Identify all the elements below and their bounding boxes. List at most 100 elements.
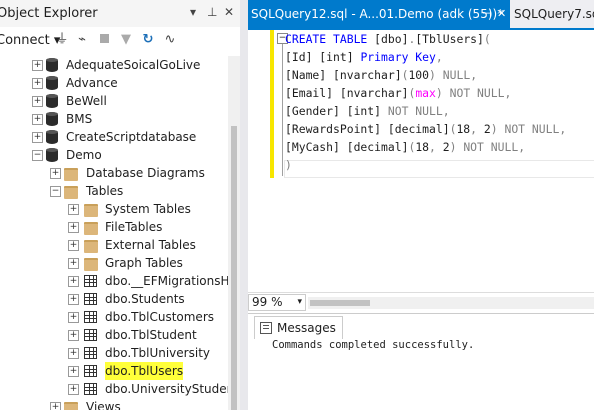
folder-icon	[84, 256, 98, 271]
expand-icon[interactable]: +	[68, 312, 79, 323]
tree-node[interactable]: − Tables	[0, 182, 228, 200]
tree-node[interactable]: + dbo.__EFMigrationsHi	[0, 272, 233, 290]
auto-hide-pin-icon[interactable]: ⊥	[207, 5, 217, 19]
code-token: (	[483, 32, 491, 46]
tree-node[interactable]: + Graph Tables	[0, 254, 228, 272]
expand-icon[interactable]: +	[68, 366, 79, 377]
tree-node-label: dbo.TblUsers	[105, 362, 184, 380]
refresh-icon[interactable]: ↻	[140, 31, 156, 49]
expand-icon[interactable]: +	[68, 222, 79, 233]
folder-icon	[64, 400, 78, 410]
expand-icon[interactable]: +	[32, 132, 43, 143]
tree-node[interactable]: + dbo.TblUniversity	[0, 344, 228, 362]
connect-dropdown[interactable]: Connect ▾	[0, 33, 60, 48]
disconnect-icon[interactable]: ⌁	[74, 31, 90, 49]
tree-node[interactable]: + System Tables	[0, 200, 228, 218]
expand-icon[interactable]: +	[68, 276, 79, 287]
table-icon	[84, 328, 98, 342]
expand-icon[interactable]: +	[68, 294, 79, 305]
messages-tab-label: Messages	[277, 321, 336, 335]
expand-icon[interactable]: +	[32, 60, 43, 71]
code-token: ,	[435, 50, 443, 64]
tree-node[interactable]: + AdequateSoicalGoLive	[0, 56, 228, 74]
tab-sqlquery7[interactable]: SQLQuery7.sql	[510, 0, 594, 28]
object-explorer-tree: + AdequateSoicalGoLive + Advance + BeWell + BMS…	[0, 56, 239, 410]
folder-icon	[84, 220, 98, 235]
database-icon	[46, 94, 58, 108]
expand-icon[interactable]: +	[68, 330, 79, 341]
tree-node[interactable]: + Database Diagrams	[0, 164, 228, 182]
tree-node[interactable]: + dbo.UniversityStudent	[0, 380, 239, 398]
close-tab-icon[interactable]: ✕	[497, 0, 506, 28]
collapse-icon[interactable]: −	[50, 186, 61, 197]
code-line: [Name] [nvarchar](100) NULL,	[285, 66, 477, 84]
tree-node[interactable]: + BMS	[0, 110, 228, 128]
tab-label: SQLQuery7.sql	[514, 7, 594, 21]
tree-node[interactable]: + Advance	[0, 74, 228, 92]
code-line: [Email] [nvarchar](max) NOT NULL,	[285, 84, 511, 102]
scrollbar-thumb[interactable]	[310, 300, 370, 306]
expand-icon[interactable]: +	[68, 384, 79, 395]
panel-splitter[interactable]	[240, 0, 248, 410]
folder-icon	[64, 166, 78, 181]
expand-icon[interactable]: +	[32, 96, 43, 107]
tree-node[interactable]: + FileTables	[0, 218, 228, 236]
code-token: ,	[559, 122, 567, 136]
zoom-level-select[interactable]: 99 % ▾	[248, 294, 306, 311]
close-icon[interactable]: ✕	[224, 5, 234, 19]
pin-tab-icon[interactable]: ⊣	[482, 0, 492, 28]
vertical-scrollbar[interactable]	[228, 56, 240, 410]
tree-node-label: Advance	[66, 76, 118, 90]
code-line: [Gender] [int] NOT NULL,	[285, 102, 450, 120]
code-line: [RewardsPoint] [decimal](18, 2) NOT NULL…	[285, 120, 566, 138]
expand-icon[interactable]: +	[32, 78, 43, 89]
expand-icon[interactable]: +	[32, 114, 43, 125]
code-token: ,	[429, 140, 443, 154]
window-position-icon[interactable]: ▾	[190, 5, 196, 19]
tree-node[interactable]: + CreateScriptdatabase	[0, 128, 228, 146]
tab-messages[interactable]: Messages	[254, 316, 343, 339]
code-token: 18	[456, 122, 471, 136]
tree-node[interactable]: − Demo	[0, 146, 228, 164]
tree-node[interactable]: + Views	[0, 398, 228, 410]
code-token: [Email] [nvarchar]	[285, 86, 409, 100]
tree-node[interactable]: + BeWell	[0, 92, 228, 110]
expand-icon[interactable]: +	[68, 240, 79, 251]
scrollbar-thumb[interactable]	[231, 126, 237, 410]
expand-icon[interactable]: +	[50, 168, 61, 179]
code-token: max	[415, 86, 436, 100]
editor-status-row: 99 % ▾	[248, 292, 594, 313]
filter-icon[interactable]: ▼	[118, 31, 134, 49]
database-icon	[46, 58, 58, 72]
collapse-icon[interactable]: −	[32, 150, 43, 161]
sql-editor[interactable]: − CREATE TABLE [dbo].[TblUsers]([Id] [in…	[248, 30, 594, 292]
stop-icon[interactable]	[96, 31, 112, 49]
tree-node[interactable]: + dbo.TblStudent	[0, 326, 228, 344]
horizontal-scrollbar[interactable]	[308, 297, 594, 309]
tree-node[interactable]: + dbo.Students	[0, 290, 228, 308]
code-token: 2	[483, 122, 491, 136]
tab-sqlquery12[interactable]: SQLQuery12.sql - A...01.Demo (adk (55))*…	[248, 0, 510, 28]
database-icon	[46, 76, 58, 90]
code-token: ,	[470, 68, 478, 82]
connect-plug-icon[interactable]: ⏚	[54, 31, 70, 49]
tree-node-label: Demo	[66, 148, 102, 162]
expand-icon[interactable]: +	[68, 348, 79, 359]
editor-margin	[248, 30, 269, 292]
expand-icon[interactable]: +	[68, 258, 79, 269]
current-line-highlight	[284, 160, 594, 178]
chevron-down-icon: ▾	[297, 297, 302, 307]
object-explorer-toolbar: Connect ▾ ⏚ ⌁ ▼ ↻ ∿	[0, 27, 240, 55]
tree-node[interactable]: + dbo.TblUsers	[0, 362, 228, 380]
tree-node-label: Database Diagrams	[86, 166, 205, 180]
expand-icon[interactable]: +	[50, 402, 61, 410]
activity-monitor-icon[interactable]: ∿	[162, 31, 178, 49]
database-icon	[46, 148, 58, 162]
tree-node-label: Views	[86, 400, 121, 410]
tree-node-label: External Tables	[105, 238, 196, 252]
tree-node[interactable]: + dbo.TblCustomers	[0, 308, 228, 326]
code-token: [Name] [nvarchar]	[285, 68, 402, 82]
tree-node[interactable]: + External Tables	[0, 236, 228, 254]
expand-icon[interactable]: +	[68, 204, 79, 215]
code-token: [Gender] [int]	[285, 104, 388, 118]
